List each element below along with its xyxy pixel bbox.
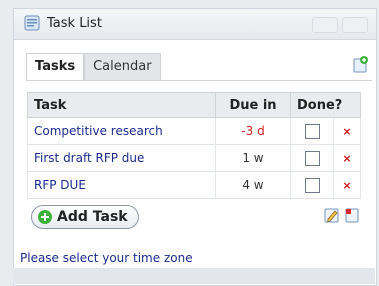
task-name-link[interactable]: First draft RFP due (27, 144, 216, 172)
delete-icon[interactable]: × (333, 171, 361, 199)
task-name-link[interactable]: RFP DUE (27, 171, 216, 199)
add-task-label: Add Task (57, 209, 128, 225)
task-due: -3 d (215, 117, 291, 145)
task-table: Task Due in Done? Competitive research -… (27, 92, 361, 199)
table-row: First draft RFP due 1 w × (27, 144, 361, 172)
table-row: RFP DUE 4 w × (27, 171, 361, 199)
task-list-widget: Task List Tasks Calendar Task Due in Don… (13, 8, 377, 286)
table-header-row: Task Due in Done? (27, 92, 361, 118)
done-checkbox[interactable] (304, 150, 320, 166)
tab-calendar[interactable]: Calendar (84, 53, 161, 80)
add-note-icon[interactable] (350, 54, 370, 74)
task-name-link[interactable]: Competitive research (27, 117, 216, 145)
delete-icon[interactable]: × (333, 144, 361, 172)
column-header-task[interactable]: Task (27, 92, 216, 118)
plus-icon (38, 210, 52, 224)
task-due: 1 w (215, 144, 291, 172)
add-task-button[interactable]: Add Task (31, 205, 139, 229)
done-checkbox[interactable] (304, 123, 320, 139)
window-controls (312, 17, 368, 33)
tab-divider (26, 80, 372, 81)
timezone-link[interactable]: Please select your time zone (20, 251, 193, 265)
title-bar: Task List (14, 9, 376, 40)
edit-button[interactable] (342, 17, 368, 33)
notes-icon[interactable] (344, 207, 360, 223)
delete-icon[interactable]: × (333, 117, 361, 145)
column-header-due[interactable]: Due in (215, 92, 291, 118)
done-checkbox[interactable] (304, 177, 320, 193)
window-title: Task List (47, 16, 102, 31)
tab-tasks[interactable]: Tasks (26, 53, 85, 80)
table-row: Competitive research -3 d × (27, 117, 361, 145)
edit-icon[interactable] (324, 207, 340, 223)
task-due: 4 w (215, 171, 291, 199)
task-list-icon (24, 15, 40, 31)
minimize-button[interactable] (312, 17, 338, 33)
widget-footer-bar (13, 268, 375, 284)
tab-bar: Tasks Calendar (26, 53, 161, 80)
column-header-done[interactable]: Done? (290, 92, 361, 118)
